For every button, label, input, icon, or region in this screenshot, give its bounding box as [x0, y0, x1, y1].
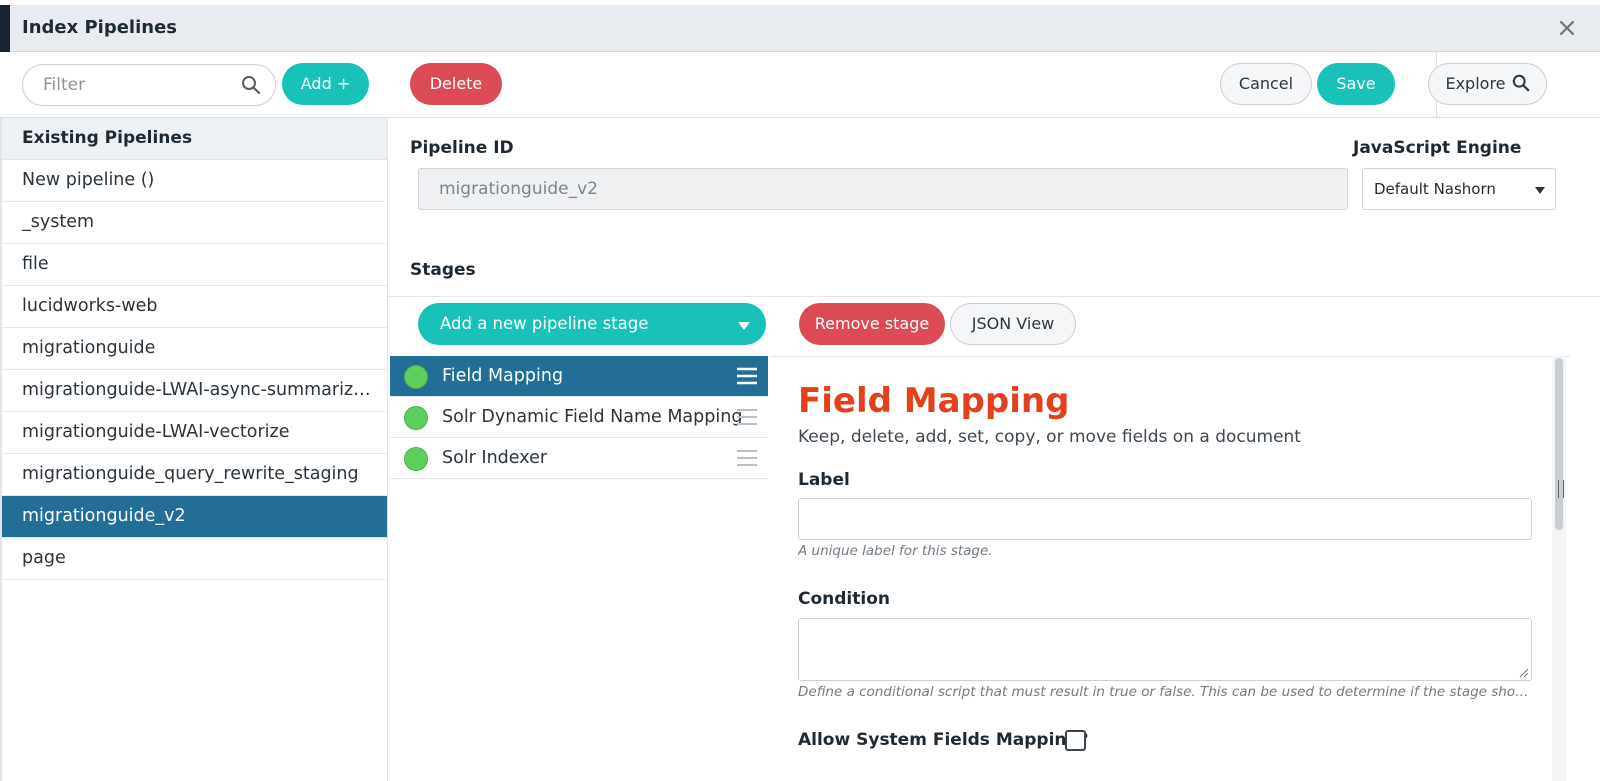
system-fields-label: Allow System Fields Mapping?	[798, 730, 1089, 750]
scrollbar[interactable]	[1552, 356, 1566, 781]
pipeline-item[interactable]: file	[2, 244, 387, 286]
drag-handle-icon[interactable]	[736, 449, 758, 467]
close-icon[interactable]	[1556, 17, 1578, 39]
save-button[interactable]: Save	[1317, 63, 1395, 105]
stage-item-field-mapping[interactable]: Field Mapping	[390, 356, 768, 397]
add-stage-dropdown[interactable]: Add a new pipeline stage	[418, 303, 766, 345]
resize-grip-icon[interactable]	[1519, 668, 1529, 678]
stage-name: Solr Dynamic Field Name Mapping	[442, 407, 743, 427]
title-bar: Index Pipelines	[0, 5, 1600, 52]
title-accent-bar	[0, 5, 10, 52]
pipeline-item-selected[interactable]: migrationguide_v2	[2, 496, 387, 538]
chevron-down-icon	[738, 322, 750, 330]
condition-field-label: Condition	[798, 589, 890, 609]
delete-button[interactable]: Delete	[410, 63, 502, 105]
scrollbar-thumb[interactable]	[1555, 358, 1563, 530]
drag-handle-icon[interactable]	[736, 367, 758, 385]
pipeline-id-label: Pipeline ID	[410, 138, 514, 158]
divider	[388, 296, 1600, 297]
status-dot	[404, 365, 428, 389]
pipeline-item[interactable]: New pipeline ()	[2, 160, 387, 202]
label-help-text: A unique label for this stage.	[798, 543, 993, 559]
stage-description: Keep, delete, add, set, copy, or move fi…	[798, 427, 1301, 447]
pipeline-item[interactable]: migrationguide	[2, 328, 387, 370]
label-input[interactable]	[798, 498, 1532, 540]
json-view-button[interactable]: JSON View	[950, 303, 1076, 345]
filter-box	[22, 64, 276, 106]
pipeline-item[interactable]: migrationguide-LWAI-vectorize	[2, 412, 387, 454]
stage-name: Solr Indexer	[442, 448, 548, 468]
explore-button[interactable]: Explore	[1428, 63, 1547, 105]
remove-stage-button[interactable]: Remove stage	[799, 303, 945, 345]
search-icon	[1512, 74, 1529, 92]
status-dot	[404, 406, 428, 430]
toolbar: Add + Delete Cancel Save Explore	[0, 52, 1600, 118]
pipeline-item[interactable]: migrationguide-LWAI-async-summarizatio…	[2, 370, 387, 412]
add-stage-label: Add a new pipeline stage	[440, 314, 649, 333]
stage-name: Field Mapping	[442, 366, 564, 386]
search-icon[interactable]	[241, 75, 261, 95]
stage-list: Field Mapping Solr Dynamic Field Name Ma…	[390, 356, 768, 479]
cancel-button[interactable]: Cancel	[1220, 63, 1312, 105]
chevron-down-icon	[1535, 187, 1545, 194]
page-title: Index Pipelines	[22, 17, 178, 38]
pipeline-sidebar: Existing Pipelines New pipeline () _syst…	[0, 118, 388, 781]
explore-label: Explore	[1445, 74, 1506, 93]
stages-heading: Stages	[410, 260, 476, 280]
system-fields-checkbox[interactable]	[1065, 730, 1086, 751]
filter-input[interactable]	[43, 73, 233, 97]
javascript-engine-value: Default Nashorn	[1374, 180, 1496, 198]
splitter-grip-icon[interactable]	[1558, 480, 1564, 498]
drag-handle-icon[interactable]	[736, 408, 758, 426]
stage-item-solr-dynamic-field-name-mapping[interactable]: Solr Dynamic Field Name Mapping	[390, 397, 768, 438]
status-dot	[404, 447, 428, 471]
pipeline-item[interactable]: migrationguide_query_rewrite_staging	[2, 454, 387, 496]
sidebar-heading: Existing Pipelines	[2, 118, 387, 160]
condition-help-text: Define a conditional script that must re…	[798, 684, 1532, 700]
stage-title: Field Mapping	[798, 381, 1070, 421]
pipeline-id-field: migrationguide_v2	[418, 168, 1348, 210]
stage-detail-panel: Field Mapping Keep, delete, add, set, co…	[770, 356, 1570, 781]
pipeline-item[interactable]: lucidworks-web	[2, 286, 387, 328]
condition-textarea[interactable]	[798, 618, 1532, 681]
add-pipeline-button[interactable]: Add +	[282, 63, 369, 105]
pipeline-item[interactable]: _system	[2, 202, 387, 244]
label-field-label: Label	[798, 470, 850, 490]
pipeline-item[interactable]: page	[2, 538, 387, 580]
stage-item-solr-indexer[interactable]: Solr Indexer	[390, 438, 768, 479]
javascript-engine-select[interactable]: Default Nashorn	[1362, 168, 1556, 210]
pipeline-editor: Pipeline ID migrationguide_v2 JavaScript…	[388, 118, 1600, 781]
javascript-engine-label: JavaScript Engine	[1353, 138, 1522, 158]
